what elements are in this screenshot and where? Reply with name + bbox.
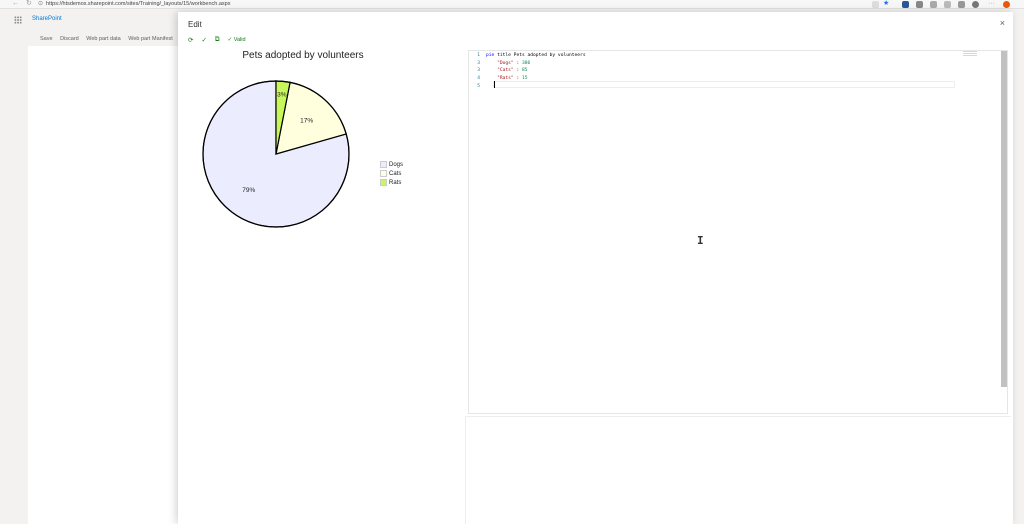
legend-item-cats: Cats <box>380 169 403 178</box>
legend-item-dogs: Dogs <box>380 160 403 169</box>
web-part-manifest-button[interactable]: Web part Manifest <box>128 36 173 42</box>
collections-icon[interactable] <box>958 1 965 8</box>
brand-link[interactable]: SharePoint <box>32 16 62 22</box>
slice-label-cats: 17% <box>300 118 313 125</box>
code-token: "Cats" <box>497 68 514 74</box>
extension-icon[interactable] <box>930 1 937 8</box>
code-token: "Dogs" <box>497 60 514 66</box>
read-aloud-icon[interactable] <box>872 1 879 8</box>
code-editor[interactable]: 1 pie title Pets adopted by volunteers 3 "… <box>468 50 1008 414</box>
line-number: 1 <box>477 53 480 58</box>
address-bar[interactable]: ⊙ https://htsdemos.sharepoint.com/sites/T… <box>38 0 868 8</box>
code-line: 1 pie title Pets adopted by volunteers <box>469 52 586 60</box>
valid-status[interactable]: ✓ Valid <box>228 37 246 43</box>
browser-toolbar: ← ↻ ⊙ https://htsdemos.sharepoint.com/sit… <box>0 0 1024 9</box>
minimap[interactable] <box>963 51 977 56</box>
code-token: 386 <box>522 60 531 66</box>
workbench-canvas <box>28 46 178 524</box>
extension-icon[interactable] <box>902 1 909 8</box>
code-token: : <box>513 60 522 66</box>
legend-swatch <box>380 161 387 168</box>
avatar[interactable] <box>972 1 979 8</box>
close-icon[interactable]: × <box>1000 18 1005 28</box>
current-line-highlight <box>493 81 955 88</box>
text-caret <box>494 81 495 88</box>
command-bar: Save Discard Web part data Web part Mani… <box>40 36 179 42</box>
copy-icon[interactable]: ⧉ <box>215 36 220 44</box>
code-line: 3 "Dogs" : 386 <box>469 60 586 68</box>
text-cursor-icon: I <box>697 234 704 247</box>
panel-title: Edit <box>188 20 202 29</box>
editor-toolbar: ⟳ ✓ ⧉ ✓ Valid <box>188 35 246 45</box>
discard-button[interactable]: Discard <box>60 36 79 42</box>
copilot-icon[interactable] <box>1003 1 1010 8</box>
line-number: 3 <box>477 68 480 74</box>
chart-legend: Dogs Cats Rats <box>380 160 403 187</box>
legend-swatch <box>380 170 387 177</box>
preview-pane <box>465 416 1011 524</box>
star-icon[interactable]: ★ <box>883 0 889 8</box>
web-part-data-button[interactable]: Web part data <box>86 36 120 42</box>
code-line: 3 "Cats" : 85 <box>469 67 586 75</box>
code-token: title Pets adopted by volunteers <box>497 53 586 58</box>
code-token: 85 <box>522 68 528 74</box>
code-token: : <box>513 68 522 74</box>
line-number: 3 <box>477 60 480 66</box>
edit-panel: Edit × ⟳ ✓ ⧉ ✓ Valid Pets adopted by vol… <box>178 12 1013 524</box>
check-icon[interactable]: ✓ <box>201 36 206 44</box>
save-button[interactable]: Save <box>40 36 53 42</box>
pie-chart: Pets adopted by volunteers 79% 17% 3% Dogs… <box>198 48 438 228</box>
refresh-icon[interactable]: ↻ <box>26 0 32 8</box>
extension-icon[interactable] <box>916 1 923 8</box>
more-icon[interactable]: ··· <box>988 0 995 8</box>
legend-label: Rats <box>389 179 402 186</box>
lock-icon: ⊙ <box>38 1 44 7</box>
favorites-icon[interactable] <box>944 1 951 8</box>
legend-swatch <box>380 179 387 186</box>
line-number: 4 <box>477 76 480 82</box>
vertical-scrollbar[interactable] <box>1001 51 1007 387</box>
refresh-icon[interactable]: ⟳ <box>188 36 193 44</box>
code-token: pie <box>486 53 498 58</box>
line-number: 5 <box>477 83 480 89</box>
legend-item-rats: Rats <box>380 178 403 187</box>
url-text: https://htsdemos.sharepoint.com/sites/Tr… <box>46 1 231 7</box>
slice-label-dogs: 79% <box>242 187 255 194</box>
pie-svg: 79% 17% 3% <box>202 80 350 228</box>
back-arrow-icon[interactable]: ← <box>12 0 19 8</box>
legend-label: Cats <box>389 170 402 177</box>
slice-label-rats: 3% <box>277 91 287 98</box>
legend-label: Dogs <box>389 161 404 168</box>
app-launcher-icon[interactable] <box>14 16 22 24</box>
